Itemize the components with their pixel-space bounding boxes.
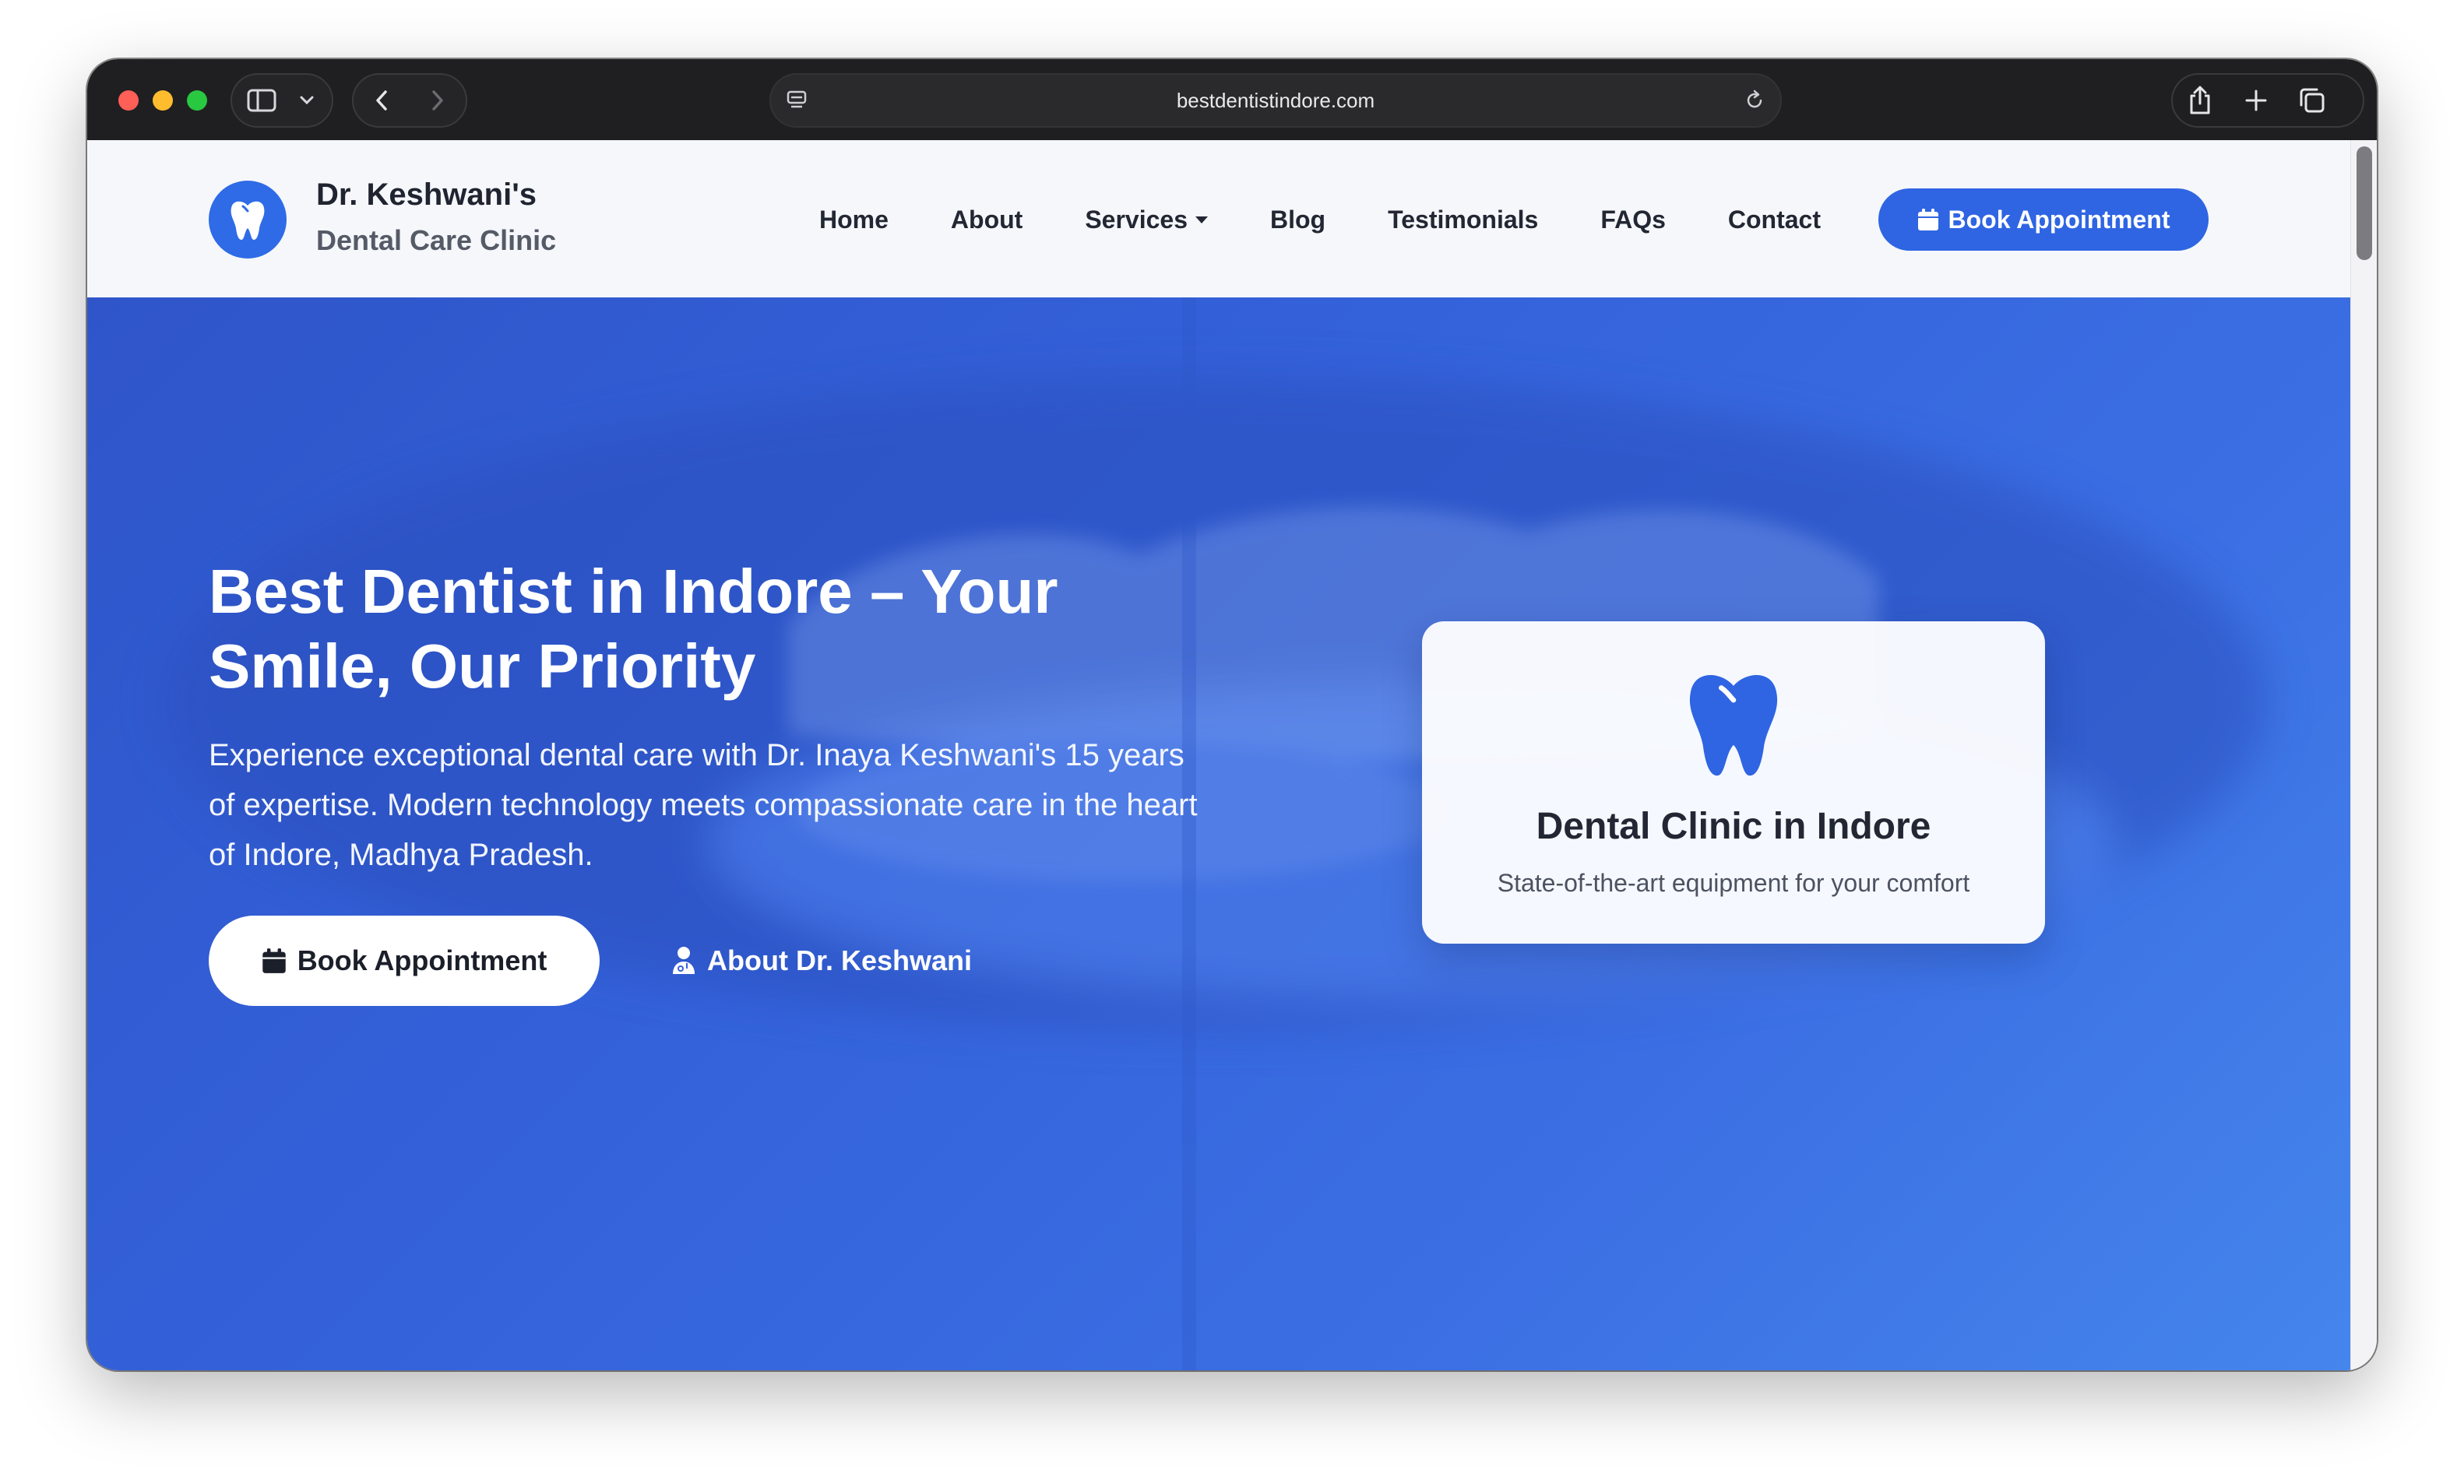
back-icon[interactable] [354, 75, 410, 126]
nav-testimonials[interactable]: Testimonials [1388, 206, 1538, 234]
nav-blog[interactable]: Blog [1270, 206, 1325, 234]
brand-subtitle[interactable]: Dental Care Clinic [316, 224, 556, 257]
nav-home[interactable]: Home [819, 206, 889, 234]
tabs-overview-icon[interactable] [2293, 81, 2332, 120]
book-appointment-hero-label: Book Appointment [297, 944, 547, 976]
address-bar[interactable]: bestdentistindore.com [769, 73, 1782, 128]
book-appointment-hero-button[interactable]: Book Appointment [209, 916, 600, 1006]
hero-description: Experience exceptional dental care with … [209, 738, 1198, 872]
book-appointment-nav-label: Book Appointment [1948, 205, 2170, 234]
minimize-window-button[interactable] [153, 90, 173, 111]
nav-services-label: Services [1085, 205, 1188, 234]
doctor-icon [673, 947, 695, 974]
reload-icon[interactable] [1743, 89, 1766, 116]
clinic-card-title: Dental Clinic in Indore [1536, 806, 1931, 847]
tooth-icon [231, 201, 265, 240]
nav-about[interactable]: About [951, 206, 1023, 234]
new-tab-icon[interactable] [2237, 81, 2276, 120]
clinic-info-card: Dental Clinic in Indore State-of-the-art… [1422, 621, 2045, 944]
site-header: Dr. Keshwani's Dental Care Clinic Home A… [87, 140, 2350, 297]
zoom-window-button[interactable] [187, 90, 207, 111]
scrollbar-thumb[interactable] [2357, 146, 2372, 260]
caret-down-icon [1195, 216, 1208, 223]
sidebar-icon[interactable] [232, 75, 291, 126]
page-scrollbar[interactable] [2350, 140, 2377, 1370]
calendar-icon [262, 948, 286, 973]
history-buttons [352, 73, 467, 128]
close-window-button[interactable] [118, 90, 139, 111]
hero-title: Best Dentist in Indore – Your Smile, Our… [209, 557, 1058, 701]
about-doctor-label: About Dr. Keshwani [707, 944, 973, 976]
hero-section: Best Dentist in Indore – Your Smile, Our… [87, 297, 2350, 1370]
sidebar-toggle-group[interactable] [231, 73, 333, 128]
about-doctor-link[interactable]: About Dr. Keshwani [671, 936, 972, 986]
browser-window: bestdentistindore.com Dr. Keshwani's Den… [87, 59, 2377, 1370]
url-text: bestdentistindore.com [1176, 89, 1375, 112]
forward-icon[interactable] [410, 75, 466, 126]
page-viewport: Dr. Keshwani's Dental Care Clinic Home A… [87, 140, 2377, 1370]
tooth-icon [1689, 675, 1778, 776]
share-icon[interactable] [2181, 81, 2219, 120]
nav-services[interactable]: Services [1085, 206, 1208, 234]
calendar-icon [1917, 209, 1938, 230]
book-appointment-nav-button[interactable]: Book Appointment [1878, 188, 2209, 251]
chevron-down-icon[interactable] [291, 75, 322, 126]
nav-faqs[interactable]: FAQs [1600, 206, 1666, 234]
nav-contact[interactable]: Contact [1728, 206, 1821, 234]
main-nav: Home About Services Blog Testimonials FA… [819, 199, 1883, 240]
clinic-logo[interactable] [209, 181, 287, 258]
clinic-card-subtitle: State-of-the-art equipment for your comf… [1497, 869, 1970, 897]
brand-title[interactable]: Dr. Keshwani's [316, 178, 537, 213]
browser-toolbar: bestdentistindore.com [87, 59, 2377, 140]
